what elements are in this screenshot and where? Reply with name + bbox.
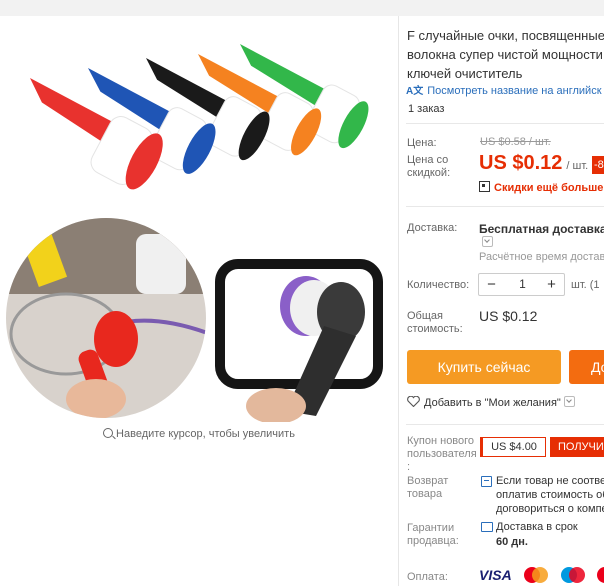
delivery-time: Расчётное время доставк: [479, 251, 604, 263]
buy-now-button[interactable]: Купить сейчас: [407, 350, 561, 384]
label-line: Цена со: [407, 154, 449, 166]
return-policy-icon: [481, 476, 492, 487]
text-line: договориться о компе: [496, 503, 604, 515]
quantity-stepper: − 1 +: [478, 273, 565, 296]
top-strip: [0, 0, 604, 16]
quantity-increase-button[interactable]: +: [539, 274, 564, 295]
price-label: Цена:: [407, 137, 437, 149]
promo-text: Скидки ещё больше в: [494, 182, 604, 194]
shipping-value: Бесплатная доставка в: [479, 222, 604, 236]
label-line: Возврат: [407, 475, 449, 487]
visa-logo: VISA: [479, 567, 512, 583]
shipping-dropdown-icon[interactable]: [482, 236, 493, 247]
guarantee-text: Доставка в срок 60 дн.: [496, 520, 578, 550]
original-price: US $0.58 / шт.: [480, 136, 551, 148]
delivery-truck-icon: [481, 522, 493, 532]
main-product-image[interactable]: [8, 16, 396, 212]
magnifier-icon: [103, 428, 114, 438]
qr-code-icon: [479, 181, 490, 192]
label-line: продавца:: [407, 535, 459, 547]
coupon-label: Купон нового пользователя :: [407, 435, 477, 474]
quantity-available: шт. (1: [571, 279, 600, 291]
product-title: F случайные очки, посвященные волокна су…: [407, 26, 604, 83]
label-line: стоимость:: [407, 323, 463, 335]
shipping-label: Доставка:: [407, 222, 458, 234]
label-line: пользователя: [407, 448, 477, 460]
quantity-decrease-button[interactable]: −: [479, 274, 504, 295]
guarantee-delivery: Доставка в срок: [496, 521, 578, 533]
label-line: :: [407, 461, 411, 473]
divider: [406, 206, 604, 207]
order-count: 1 заказ: [408, 103, 445, 115]
payment-methods: VISA: [479, 566, 604, 586]
product-gallery: Наведите курсор, чтобы увеличить: [0, 16, 398, 586]
translate-icon: A文: [406, 86, 424, 97]
label-line: Купон нового: [407, 435, 475, 447]
label-line: Гарантии: [407, 522, 455, 534]
divider: [406, 424, 604, 425]
translate-link-text: Посмотреть название на английск: [427, 85, 602, 97]
app-promo-link[interactable]: Скидки ещё больше в: [479, 180, 604, 194]
guarantee-days: 60 дн.: [496, 536, 528, 548]
guarantee-label: Гарантии продавца:: [407, 522, 459, 548]
label-line: Общая: [407, 310, 443, 322]
total-label: Общая стоимость:: [407, 310, 463, 336]
divider: [406, 123, 604, 124]
title-line: волокна супер чистой мощности: [407, 47, 603, 62]
maestro-logo: [559, 566, 587, 584]
label-line: скидкой:: [407, 167, 451, 179]
text-line: оплатив стоимость об: [496, 489, 604, 501]
add-to-cart-button[interactable]: До: [569, 350, 604, 384]
returns-text: Если товар не соответ оплатив стоимость …: [496, 474, 604, 516]
discount-price-label: Цена со скидкой:: [407, 154, 450, 180]
lifestyle-image-hand[interactable]: [6, 214, 210, 424]
price-value: US $0.12: [479, 152, 563, 174]
discount-price: US $0.12/ шт.: [479, 152, 588, 175]
zoom-hint-text: Наведите курсор, чтобы увеличить: [116, 428, 295, 440]
quantity-label: Количество:: [407, 279, 470, 291]
mastercard-logo: [522, 566, 550, 584]
lifestyle-image-glasses[interactable]: [206, 246, 392, 422]
product-info-panel: F случайные очки, посвященные волокна су…: [399, 16, 604, 586]
zoom-hint: Наведите курсор, чтобы увеличить: [0, 427, 398, 440]
label-line: товара: [407, 488, 443, 500]
get-coupon-button[interactable]: ПОЛУЧИ: [550, 437, 604, 457]
wishlist-dropdown-icon[interactable]: [563, 396, 575, 407]
title-line: F случайные очки, посвященные: [407, 28, 604, 43]
add-to-wishlist-link[interactable]: Добавить в "Мои желания": [407, 396, 575, 409]
discount-badge: -8: [592, 156, 604, 174]
translate-title-link[interactable]: A文 Посмотреть название на английск: [406, 82, 602, 97]
quantity-input[interactable]: 1: [505, 274, 540, 295]
coupon-amount: US $4.00: [480, 437, 546, 457]
text-line: Если товар не соответ: [496, 475, 604, 487]
mastercard-logo: [595, 566, 604, 584]
title-line: ключей очиститель: [407, 66, 523, 81]
wishlist-text: Добавить в "Мои желания": [424, 397, 561, 409]
cleaner-red: [30, 78, 163, 190]
price-unit: / шт.: [566, 160, 589, 172]
total-price: US $0.12: [479, 308, 538, 324]
returns-label: Возврат товара: [407, 475, 448, 501]
payment-label: Оплата:: [407, 571, 448, 583]
heart-icon: [407, 396, 420, 407]
